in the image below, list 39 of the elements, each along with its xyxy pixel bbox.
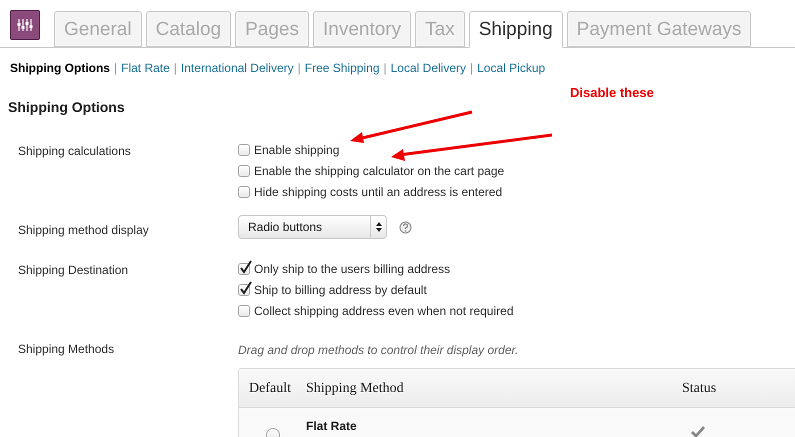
subnav-link[interactable]: International Delivery [180, 59, 294, 77]
subnav-link[interactable]: Flat Rate [121, 59, 170, 77]
checkbox-label: Hide shipping costs until an address is entered [254, 184, 502, 200]
setting-label: Shipping calculations [18, 143, 132, 160]
app-logo-icon [10, 10, 40, 40]
subnav-link[interactable]: Local Pickup [477, 59, 546, 77]
checkbox-label: Only ship to the users billing address [254, 260, 450, 278]
checkbox[interactable] [238, 144, 250, 156]
checkbox-label: Collect shipping address even when not required [254, 302, 514, 320]
annotation-text: Disable these [570, 84, 654, 102]
checkbox[interactable] [238, 186, 250, 198]
setting-label: Shipping Destination [18, 262, 130, 279]
section-heading: Shipping Options [7, 98, 126, 117]
nav-tab[interactable]: Shipping [468, 11, 563, 48]
separator: | [296, 60, 302, 77]
checkbox[interactable] [238, 284, 250, 296]
hint-text: Drag and drop methods to control their display order. [238, 342, 520, 359]
checkbox-label: Enable the shipping calculator on the cart page [254, 162, 504, 180]
column-header: Status [682, 380, 716, 398]
separator: | [112, 60, 118, 77]
column-header: Default [248, 380, 292, 398]
separator: | [382, 60, 388, 77]
column-header: Shipping Method [306, 380, 405, 398]
help-icon[interactable] [399, 220, 412, 234]
subnav-link[interactable]: Shipping Options [10, 59, 110, 77]
subnav-link[interactable]: Local Delivery [390, 59, 466, 77]
checkbox-label: Enable shipping [254, 142, 340, 158]
dropdown[interactable]: Radio buttons [238, 215, 387, 239]
method-name: Flat Rate [306, 419, 357, 433]
checkbox[interactable] [238, 262, 250, 274]
subnav-link[interactable]: Free Shipping [304, 59, 380, 77]
setting-label: Shipping method display [18, 222, 150, 239]
separator: | [469, 60, 474, 77]
dropdown-arrows-icon [376, 222, 382, 232]
checkbox-label: Ship to billing address by default [254, 282, 427, 298]
setting-label: Shipping Methods [18, 341, 116, 358]
checkbox[interactable] [238, 304, 250, 316]
checkbox[interactable] [238, 164, 250, 176]
separator: | [172, 60, 178, 77]
